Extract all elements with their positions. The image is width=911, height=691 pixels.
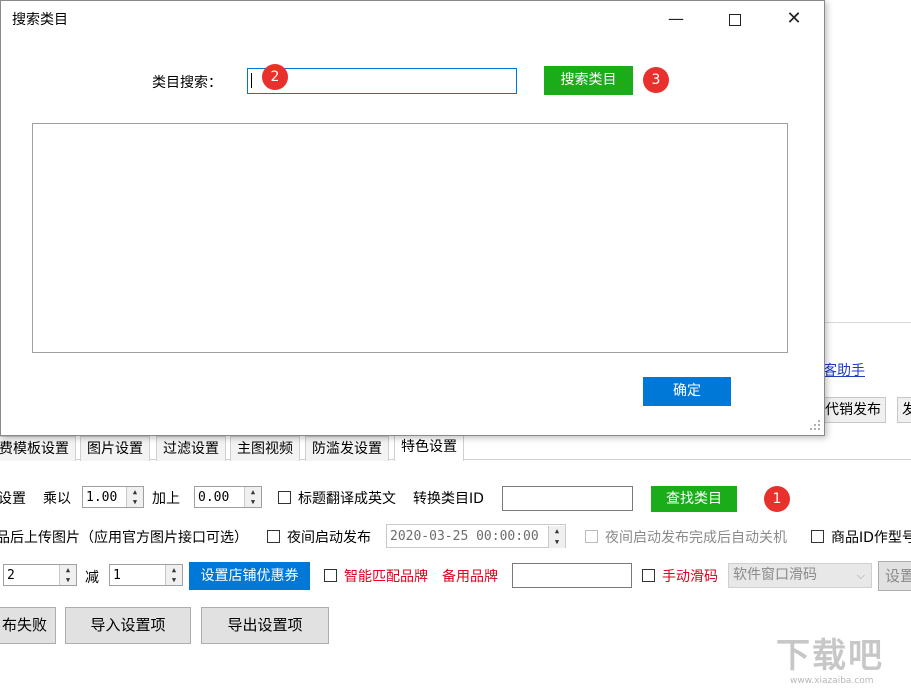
- minus-label: 减: [85, 570, 99, 586]
- category-results-list[interactable]: [32, 123, 788, 353]
- add-label: 加上: [152, 491, 180, 507]
- set-store-coupon-button[interactable]: 设置店铺优惠券: [189, 562, 310, 590]
- spin-down-icon[interactable]: ▼: [244, 497, 261, 507]
- backup-brand-input[interactable]: [512, 563, 632, 588]
- night-shutdown-checkbox[interactable]: [585, 530, 598, 543]
- night-shutdown-label: 夜间启动发布完成后自动关机: [605, 530, 787, 546]
- tab-fee-template[interactable]: 费模板设置: [0, 436, 76, 461]
- discount-amount-a[interactable]: 2 ▲ ▼: [3, 564, 77, 586]
- tab-special-settings[interactable]: 特色设置: [394, 432, 464, 461]
- spin-down-icon[interactable]: ▼: [548, 537, 565, 548]
- discount-a-value: 2: [7, 568, 15, 583]
- tab-filter-settings[interactable]: 过滤设置: [156, 436, 226, 461]
- tab-partial-right[interactable]: 发: [897, 397, 911, 423]
- spin-down-icon[interactable]: ▼: [126, 497, 143, 507]
- discount-b-value: 1: [113, 568, 121, 583]
- settings-label: 设置: [0, 491, 26, 507]
- search-category-button[interactable]: 搜索类目: [544, 66, 633, 95]
- multiply-stepper[interactable]: 1.00 ▲ ▼: [82, 486, 144, 508]
- dialog-title: 搜索类目: [12, 12, 68, 28]
- datetime-value: 2020-03-25 00:00:00: [390, 529, 539, 544]
- export-settings-button[interactable]: 导出设置项: [201, 607, 329, 644]
- smart-brand-checkbox[interactable]: [324, 569, 337, 582]
- resize-grip-icon[interactable]: [808, 418, 822, 432]
- tab-main-video[interactable]: 主图视频: [230, 436, 300, 461]
- step-badge-2: 2: [262, 64, 288, 90]
- upload-images-label: 品后上传图片（应用官方图片接口可选）: [0, 530, 248, 546]
- category-search-input[interactable]: [247, 68, 517, 94]
- night-publish-checkbox[interactable]: [267, 530, 280, 543]
- tab-image-settings[interactable]: 图片设置: [80, 436, 150, 461]
- slide-mode-select[interactable]: 软件窗口滑码 ⌵: [728, 563, 872, 588]
- spin-up-icon[interactable]: ▲: [548, 526, 565, 537]
- multiply-value: 1.00: [86, 490, 118, 505]
- backup-brand-label: 备用品牌: [442, 569, 498, 585]
- minimize-icon[interactable]: —: [653, 0, 699, 38]
- add-value: 0.00: [198, 490, 230, 505]
- spin-down-icon[interactable]: ▼: [165, 575, 182, 585]
- tab-anti-spam[interactable]: 防滥发设置: [305, 436, 389, 461]
- maximize-icon[interactable]: [712, 0, 758, 38]
- convert-id-input[interactable]: [502, 486, 633, 511]
- smart-brand-label: 智能匹配品牌: [344, 569, 428, 585]
- night-publish-datetime[interactable]: 2020-03-25 00:00:00 ▲ ▼: [386, 524, 566, 548]
- publish-failed-button-partial[interactable]: 布失败: [0, 607, 56, 644]
- spin-down-icon[interactable]: ▼: [59, 575, 76, 585]
- chevron-down-icon: ⌵: [856, 569, 865, 582]
- discount-amount-b[interactable]: 1 ▲ ▼: [109, 564, 183, 586]
- ok-button[interactable]: 确定: [643, 377, 731, 406]
- category-search-label: 类目搜索：: [152, 75, 222, 91]
- tab-consign-publish[interactable]: 代销发布: [820, 397, 886, 423]
- translate-title-label: 标题翻译成英文: [298, 491, 396, 507]
- find-category-button[interactable]: 查找类目: [651, 486, 737, 512]
- product-id-label: 商品ID作型号: [831, 530, 911, 546]
- settings-button-partial[interactable]: 设置: [878, 561, 911, 591]
- spin-up-icon[interactable]: ▲: [126, 487, 143, 497]
- convert-id-label: 转换类目ID: [413, 491, 484, 507]
- slide-mode-value: 软件窗口滑码: [733, 567, 817, 583]
- translate-title-checkbox[interactable]: [278, 491, 291, 504]
- add-stepper[interactable]: 0.00 ▲ ▼: [194, 486, 262, 508]
- close-icon[interactable]: ✕: [771, 0, 817, 38]
- manual-slide-checkbox[interactable]: [642, 569, 655, 582]
- spin-up-icon[interactable]: ▲: [59, 565, 76, 575]
- watermark-url: www.xiazaiba.com: [790, 676, 874, 686]
- import-settings-button[interactable]: 导入设置项: [65, 607, 191, 644]
- spin-up-icon[interactable]: ▲: [244, 487, 261, 497]
- spin-up-icon[interactable]: ▲: [165, 565, 182, 575]
- watermark-logo: 下载吧: [776, 636, 884, 676]
- night-publish-label: 夜间启动发布: [287, 530, 371, 546]
- step-badge-1: 1: [764, 486, 790, 512]
- text-cursor: [251, 73, 252, 88]
- manual-slide-label: 手动滑码: [662, 569, 718, 585]
- product-id-checkbox[interactable]: [811, 530, 824, 543]
- helper-link[interactable]: 客助手: [823, 360, 865, 380]
- step-badge-3: 3: [643, 67, 669, 93]
- multiply-label: 乘以: [43, 491, 71, 507]
